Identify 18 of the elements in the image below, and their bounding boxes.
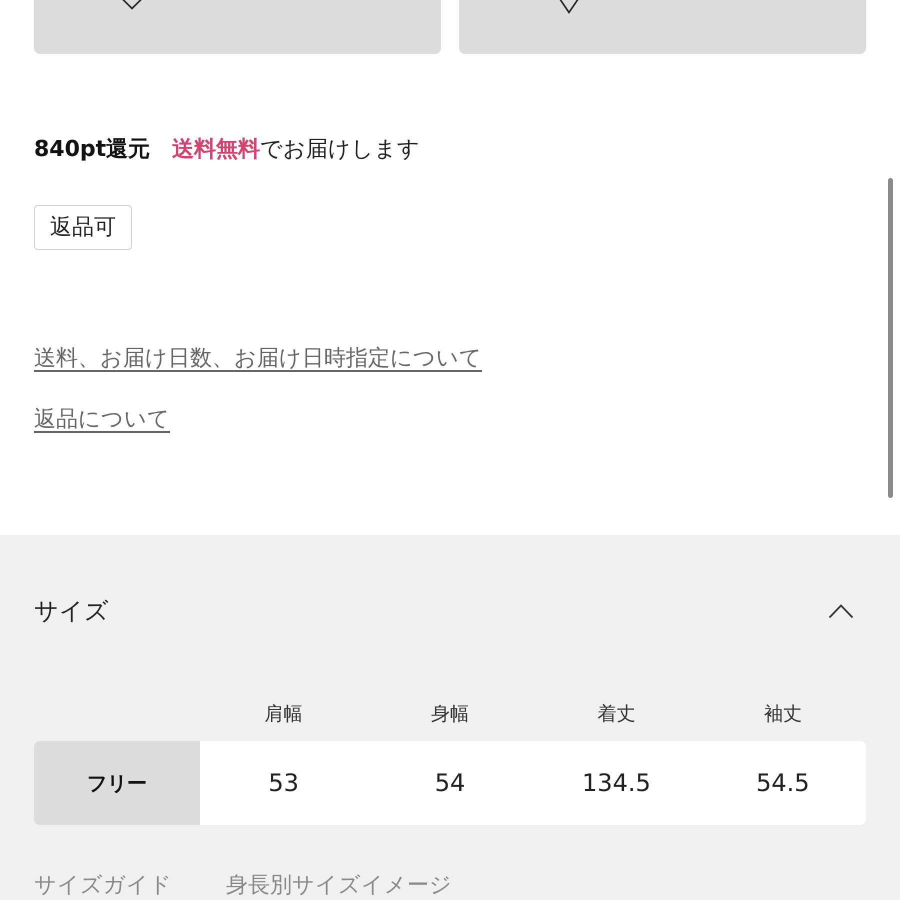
column-header: 身幅 (430, 702, 469, 727)
section-title: サイズ (34, 596, 109, 627)
column-header: 着丈 (597, 702, 636, 727)
tag-label: 返品可 (34, 205, 132, 250)
points-text: 840pt還元 (34, 136, 150, 164)
table-cell-text: 54.5 (756, 768, 810, 799)
size-cell: フリー (34, 741, 200, 825)
table-cell-text: 134.5 (582, 768, 651, 799)
text-link[interactable]: 身長別サイズイメージ (226, 871, 452, 900)
text-link[interactable]: 返品について (34, 404, 170, 436)
column-header: 肩幅 (264, 702, 303, 727)
chevron-up-icon[interactable] (828, 603, 854, 619)
text-link[interactable]: サイズガイド (34, 871, 172, 900)
text-link[interactable]: 送料、お届け日数、お届け日時指定について (34, 343, 482, 375)
table-cell-text: 53 (268, 768, 299, 799)
column-header: 袖丈 (764, 702, 802, 727)
shipping-text: 送料無料でお届けします (172, 136, 420, 164)
table-cell-text: 54 (434, 768, 466, 799)
